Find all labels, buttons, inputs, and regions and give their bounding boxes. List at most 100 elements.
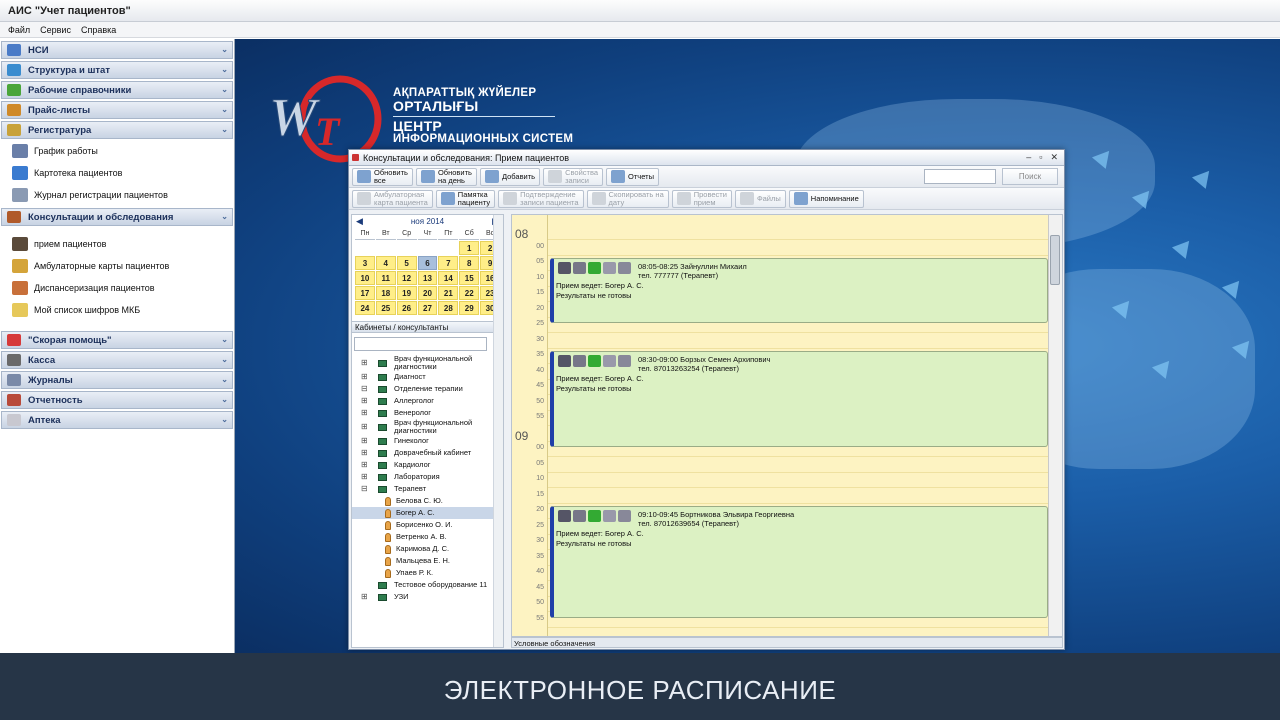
tree-scrollbar[interactable] xyxy=(493,215,503,647)
cabinet-search-input[interactable] xyxy=(354,337,487,351)
chevron-down-icon[interactable]: ⌄ xyxy=(221,125,228,134)
expand-icon[interactable]: ⊞ xyxy=(361,473,368,481)
calendar-day[interactable]: 24 xyxy=(355,301,375,315)
calendar-day[interactable]: 29 xyxy=(459,301,480,315)
expand-icon[interactable]: ⊞ xyxy=(361,373,368,381)
calendar-day[interactable]: 25 xyxy=(375,301,396,315)
record-properties-button[interactable]: Свойства записи xyxy=(543,167,604,186)
expand-icon[interactable]: ⊞ xyxy=(361,359,368,367)
check-icon[interactable] xyxy=(588,355,601,367)
expand-icon[interactable]: ⊞ xyxy=(361,409,368,417)
calendar-day[interactable]: 15 xyxy=(459,271,480,285)
expand-icon[interactable]: ⊞ xyxy=(361,397,368,405)
tree-cabinet-item[interactable]: ⊞ Диагност xyxy=(352,371,503,383)
expand-icon[interactable]: ⊟ xyxy=(361,485,368,493)
copy-to-date-button[interactable]: Скопировать на дату xyxy=(586,189,669,208)
calendar-day[interactable]: 7 xyxy=(438,256,459,270)
sidebar-item-2[interactable]: Журнал регистрации пациентов xyxy=(0,184,234,206)
phone-icon[interactable] xyxy=(558,355,571,367)
search-button[interactable]: Поиск xyxy=(1002,168,1058,185)
chevron-down-icon[interactable]: ⌄ xyxy=(221,45,228,54)
tree-cabinet-item[interactable]: ⊞ Гинеколог xyxy=(352,435,503,447)
sidebar-item-1[interactable]: Картотека пациентов xyxy=(0,162,234,184)
files-button[interactable]: Файлы xyxy=(734,189,786,208)
confirm-record-button[interactable]: Подтверждение записи пациента xyxy=(498,189,584,208)
expand-icon[interactable]: ⊞ xyxy=(361,437,368,445)
attach-icon[interactable] xyxy=(603,510,616,522)
chevron-down-icon[interactable]: ⌄ xyxy=(221,212,228,221)
phone-icon[interactable] xyxy=(558,510,571,522)
maximize-icon[interactable]: ▫ xyxy=(1039,152,1042,163)
sidebar-item-c3[interactable]: Мой список шифров МКБ xyxy=(0,299,234,321)
calendar-day[interactable]: 21 xyxy=(438,286,459,300)
calendar-day[interactable]: 13 xyxy=(417,271,438,285)
attach-icon[interactable] xyxy=(603,355,616,367)
tree-doctor-item[interactable]: Белова С. Ю. xyxy=(352,495,503,507)
forward-icon[interactable] xyxy=(618,355,631,367)
fax-icon[interactable] xyxy=(573,510,586,522)
menu-help[interactable]: Справка xyxy=(81,25,116,35)
calendar-day[interactable]: 6 xyxy=(417,256,438,270)
chevron-down-icon[interactable]: ⌄ xyxy=(221,85,228,94)
tree-doctor-item[interactable]: Каримова Д. С. xyxy=(352,543,503,555)
memo-button[interactable]: Памятка пациенту xyxy=(435,189,496,208)
expand-icon[interactable]: ⊞ xyxy=(361,593,368,601)
attach-icon[interactable] xyxy=(603,262,616,274)
sidebar-section-consult[interactable]: Консультации и обследования ⌄ xyxy=(1,208,233,226)
calendar-day[interactable]: 3 xyxy=(355,256,375,270)
sidebar-section-b2[interactable]: Журналы ⌄ xyxy=(1,371,233,389)
calendar-day[interactable]: 14 xyxy=(438,271,459,285)
reminder-button[interactable]: Напоминание xyxy=(788,189,864,208)
check-icon[interactable] xyxy=(588,262,601,274)
calendar-day[interactable]: 1 xyxy=(459,241,480,255)
sidebar-item-c1[interactable]: Амбулаторные карты пациентов xyxy=(0,255,234,277)
appointment-card[interactable]: 09:10-09:45 Бортникова Эльвира Георгиевн… xyxy=(550,506,1048,618)
fax-icon[interactable] xyxy=(573,262,586,274)
reports-button[interactable]: Отчеты xyxy=(606,167,659,186)
chevron-down-icon[interactable]: ⌄ xyxy=(221,395,228,404)
tree-cabinet-item[interactable]: ⊞ Доврачебный кабинет xyxy=(352,447,503,459)
calendar-day[interactable]: 20 xyxy=(417,286,438,300)
calendar-day[interactable]: 10 xyxy=(355,271,375,285)
calendar-day[interactable]: 26 xyxy=(396,301,417,315)
sidebar-section-2[interactable]: Рабочие справочники ⌄ xyxy=(1,81,233,99)
search-input[interactable] xyxy=(924,169,996,184)
tree-cabinet-item[interactable]: Тестовое оборудование 11 xyxy=(352,579,503,591)
refresh-day-button[interactable]: Обновить на день xyxy=(415,167,477,186)
chevron-down-icon[interactable]: ⌄ xyxy=(221,65,228,74)
tree-cabinet-item[interactable]: ⊞ Аллерголог xyxy=(352,395,503,407)
sidebar-section-3[interactable]: Прайс-листы ⌄ xyxy=(1,101,233,119)
calendar-day[interactable]: 17 xyxy=(355,286,375,300)
sidebar-section-1[interactable]: Структура и штат ⌄ xyxy=(1,61,233,79)
schedule-scrollbar[interactable] xyxy=(1048,215,1062,636)
tree-cabinet-item[interactable]: ⊞ Врач функциональной диагностики xyxy=(352,355,503,371)
expand-icon[interactable]: ⊞ xyxy=(361,423,368,431)
expand-icon[interactable]: ⊞ xyxy=(361,449,368,457)
legend-bar[interactable]: Условные обозначения xyxy=(511,637,1063,648)
conduct-reception-button[interactable]: Провести прием xyxy=(671,189,732,208)
appointment-card[interactable]: 08:30-09:00 Борзых Семен Архипович тел. 8… xyxy=(550,351,1048,447)
sidebar-item-0[interactable]: График работы xyxy=(0,140,234,162)
tree-doctor-item[interactable]: Борисенко О. И. xyxy=(352,519,503,531)
refresh-all-button[interactable]: Обновить все xyxy=(352,167,413,186)
forward-icon[interactable] xyxy=(618,262,631,274)
menu-service[interactable]: Сервис xyxy=(40,25,71,35)
calendar-day[interactable]: 11 xyxy=(375,271,396,285)
close-icon[interactable]: ✕ xyxy=(1050,152,1058,163)
calendar-day[interactable]: 22 xyxy=(459,286,480,300)
minimize-icon[interactable]: – xyxy=(1026,152,1031,163)
amb-card-button[interactable]: Амбулаторная карта пациента xyxy=(352,189,433,208)
phone-icon[interactable] xyxy=(558,262,571,274)
sidebar-section-b3[interactable]: Отчетность ⌄ xyxy=(1,391,233,409)
add-button[interactable]: Добавить xyxy=(479,167,541,186)
calendar-day[interactable]: 27 xyxy=(417,301,438,315)
calendar-day[interactable]: 18 xyxy=(375,286,396,300)
tree-cabinet-item[interactable]: ⊞ Кардиолог xyxy=(352,459,503,471)
appointment-card[interactable]: 08:05-08:25 Зайнуллин Михаил тел. 777777 … xyxy=(550,258,1048,323)
chevron-down-icon[interactable]: ⌄ xyxy=(221,355,228,364)
tree-cabinet-item[interactable]: ⊞ Врач функциональной диагностики xyxy=(352,419,503,435)
chevron-down-icon[interactable]: ⌄ xyxy=(221,375,228,384)
schedule-scroll-thumb[interactable] xyxy=(1050,235,1060,285)
sidebar-section-b0[interactable]: "Скорая помощь" ⌄ xyxy=(1,331,233,349)
forward-icon[interactable] xyxy=(618,510,631,522)
